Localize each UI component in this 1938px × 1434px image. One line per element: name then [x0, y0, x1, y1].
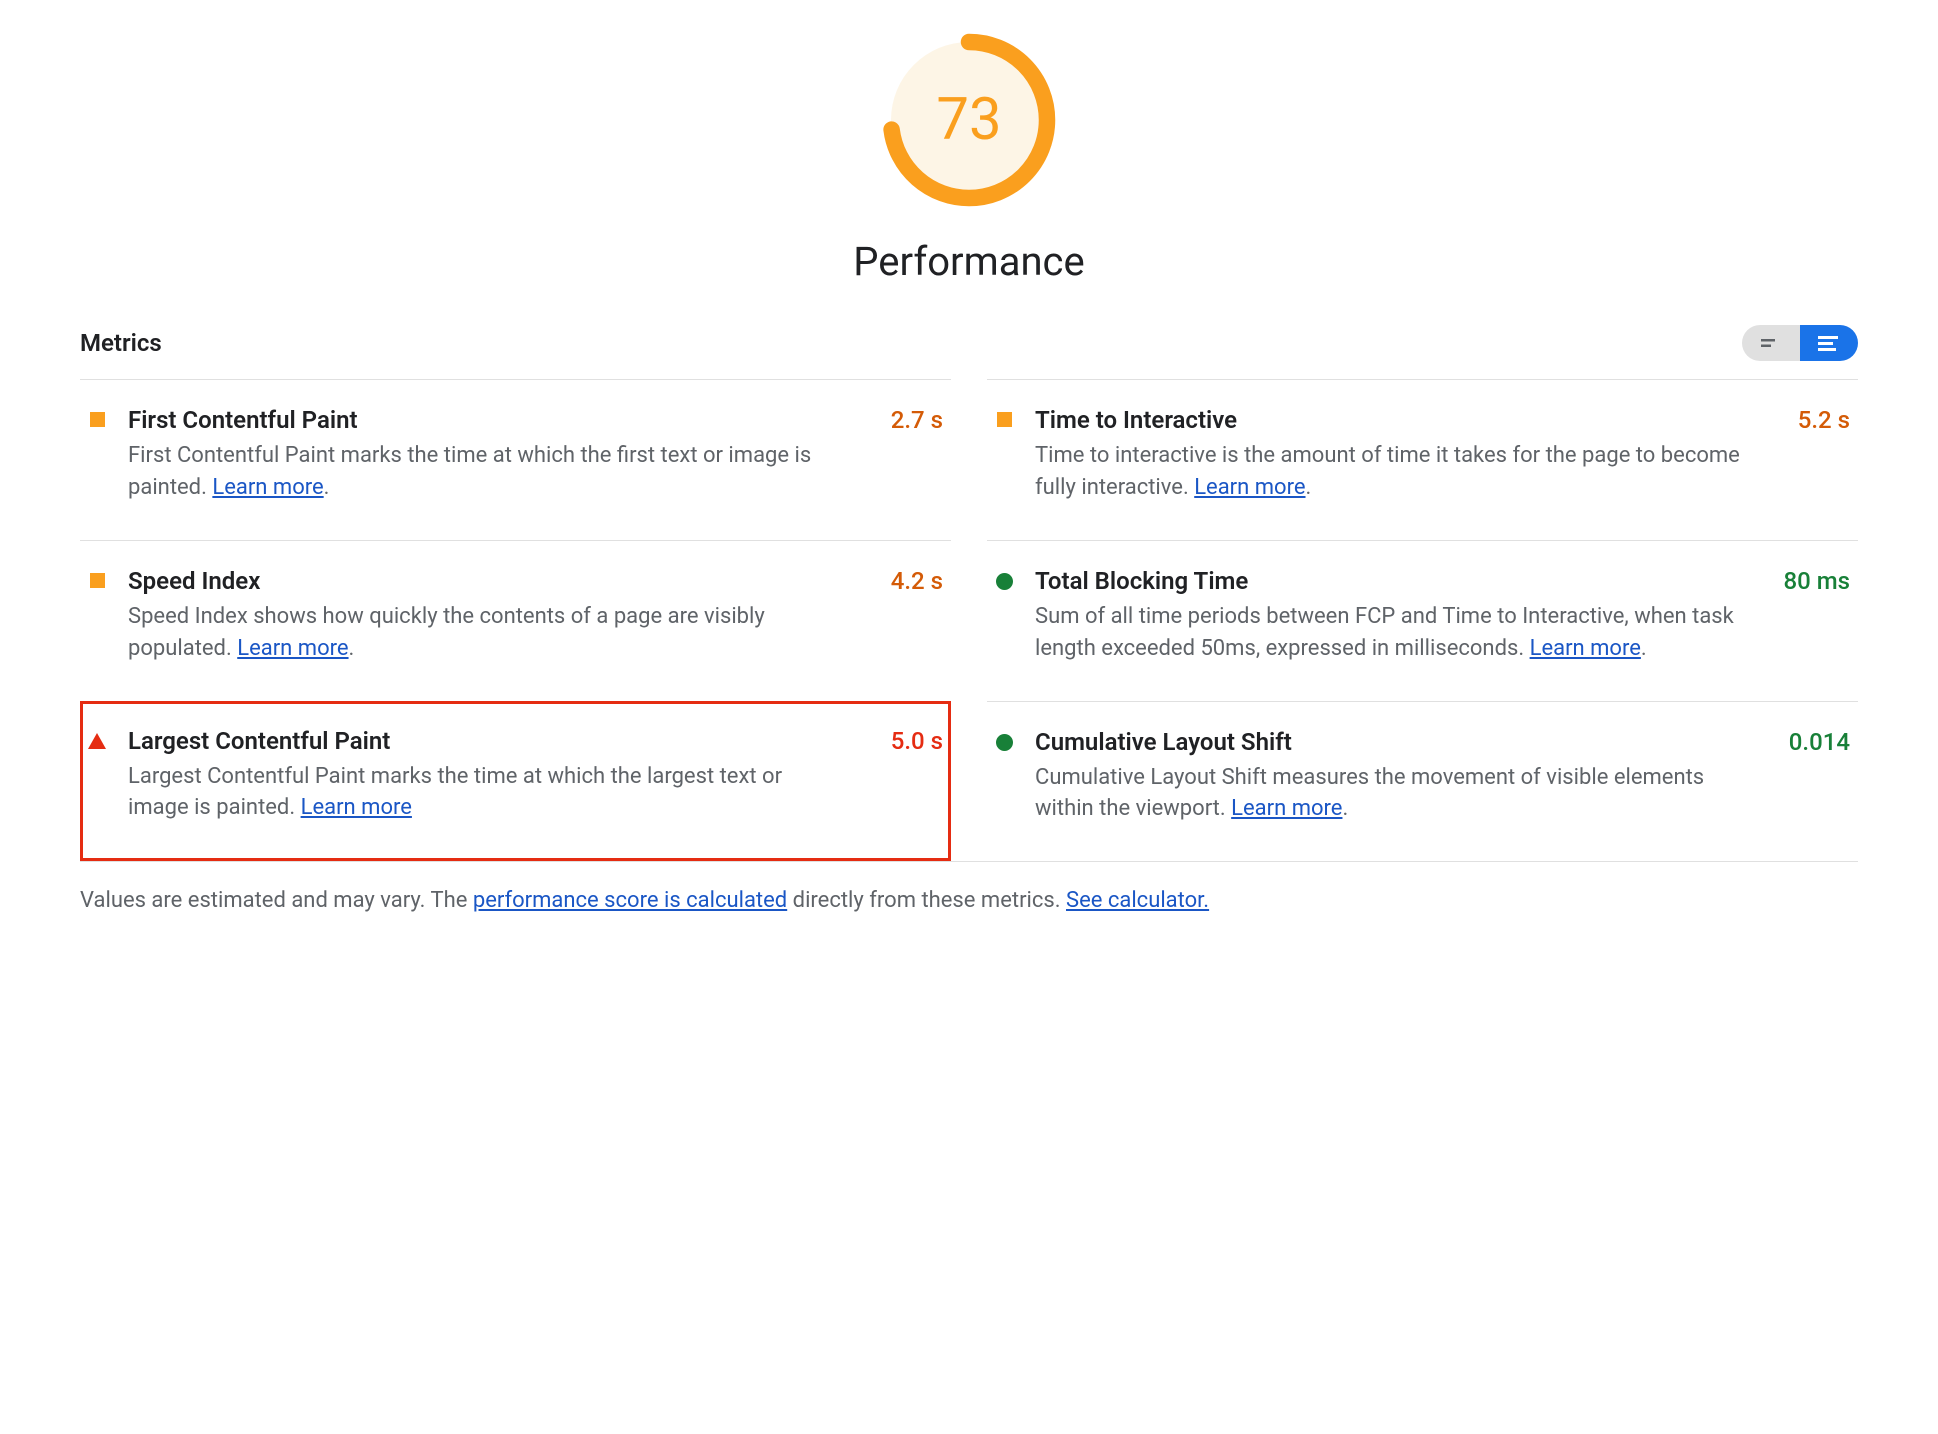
metric-title: Total Blocking Time — [1035, 567, 1742, 595]
metric-desc-post: . — [349, 636, 355, 661]
metric-status-icon — [993, 406, 1015, 504]
metric-desc-text: Cumulative Layout Shift measures the mov… — [1035, 765, 1704, 822]
metric-status-icon — [86, 567, 108, 665]
metric-value: 5.0 s — [891, 727, 943, 755]
metric-title: Time to Interactive — [1035, 406, 1742, 434]
footer-note: Values are estimated and may vary. The p… — [80, 861, 1858, 913]
metric-desc-text: Time to interactive is the amount of tim… — [1035, 443, 1740, 500]
footer-text-pre: Values are estimated and may vary. The — [80, 888, 473, 913]
metric-body: Speed Index Speed Index shows how quickly… — [128, 567, 945, 665]
metric-description: Sum of all time periods between FCP and … — [1035, 601, 1742, 665]
metric-description: First Contentful Paint marks the time at… — [128, 440, 835, 504]
metric-card: Total Blocking Time Sum of all time perio… — [987, 540, 1858, 701]
metric-body: Time to Interactive Time to interactive i… — [1035, 406, 1852, 504]
metric-description: Largest Contentful Paint marks the time … — [128, 761, 835, 825]
learn-more-link[interactable]: Learn more — [1194, 475, 1305, 500]
performance-title: Performance — [853, 238, 1084, 285]
metric-status-icon — [86, 727, 108, 826]
learn-more-link[interactable]: Learn more — [1231, 796, 1342, 821]
footer-text-mid: directly from these metrics. — [787, 888, 1066, 913]
metric-description: Speed Index shows how quickly the conten… — [128, 601, 835, 665]
expanded-view-icon — [1818, 335, 1840, 351]
metric-description: Time to interactive is the amount of tim… — [1035, 440, 1742, 504]
metric-title: Cumulative Layout Shift — [1035, 728, 1742, 756]
learn-more-link[interactable]: Learn more — [1530, 636, 1641, 661]
metric-value: 4.2 s — [891, 567, 943, 595]
metric-body: First Contentful Paint First Contentful P… — [128, 406, 945, 504]
view-toggle — [1742, 325, 1858, 361]
metric-card: Speed Index Speed Index shows how quickly… — [80, 540, 951, 701]
triangle-icon — [88, 733, 106, 749]
metric-description: Cumulative Layout Shift measures the mov… — [1035, 762, 1742, 826]
metric-title: First Contentful Paint — [128, 406, 835, 434]
performance-gauge: 73 — [879, 30, 1059, 210]
metric-value: 5.2 s — [1798, 406, 1850, 434]
performance-gauge-section: 73 Performance — [80, 30, 1858, 285]
metric-body: Largest Contentful Paint Largest Contentf… — [128, 727, 945, 826]
metric-desc-post: . — [1342, 796, 1348, 821]
metrics-header: Metrics — [80, 325, 1858, 361]
metric-desc-post: . — [1306, 475, 1312, 500]
square-icon — [90, 573, 105, 588]
metric-status-icon — [993, 728, 1015, 826]
learn-more-link[interactable]: Learn more — [237, 636, 348, 661]
metric-value: 0.014 — [1789, 728, 1850, 756]
metrics-label: Metrics — [80, 329, 162, 357]
metric-title: Speed Index — [128, 567, 835, 595]
metric-desc-text: Largest Contentful Paint marks the time … — [128, 764, 782, 821]
metric-desc-post: . — [324, 475, 330, 500]
circle-icon — [996, 734, 1013, 751]
metric-card: First Contentful Paint First Contentful P… — [80, 379, 951, 540]
footer-link-calculated[interactable]: performance score is calculated — [473, 888, 787, 913]
performance-score: 73 — [879, 30, 1059, 210]
view-toggle-expanded[interactable] — [1800, 325, 1858, 361]
circle-icon — [996, 573, 1013, 590]
metric-card: Time to Interactive Time to interactive i… — [987, 379, 1858, 540]
compact-view-icon — [1761, 336, 1781, 350]
metric-value: 80 ms — [1783, 567, 1850, 595]
learn-more-link[interactable]: Learn more — [212, 475, 323, 500]
metric-title: Largest Contentful Paint — [128, 727, 835, 755]
metrics-grid: First Contentful Paint First Contentful P… — [80, 379, 1858, 861]
metric-desc-post: . — [1641, 636, 1647, 661]
metric-status-icon — [993, 567, 1015, 665]
metric-card: Cumulative Layout Shift Cumulative Layout… — [987, 701, 1858, 862]
square-icon — [90, 412, 105, 427]
metric-status-icon — [86, 406, 108, 504]
metric-desc-text: Speed Index shows how quickly the conten… — [128, 604, 765, 661]
metric-body: Total Blocking Time Sum of all time perio… — [1035, 567, 1852, 665]
metric-value: 2.7 s — [891, 406, 943, 434]
metric-body: Cumulative Layout Shift Cumulative Layout… — [1035, 728, 1852, 826]
view-toggle-compact[interactable] — [1742, 325, 1800, 361]
learn-more-link[interactable]: Learn more — [301, 795, 412, 820]
footer-link-calculator[interactable]: See calculator. — [1066, 888, 1209, 913]
square-icon — [997, 412, 1012, 427]
metric-card: Largest Contentful Paint Largest Contentf… — [80, 701, 951, 862]
